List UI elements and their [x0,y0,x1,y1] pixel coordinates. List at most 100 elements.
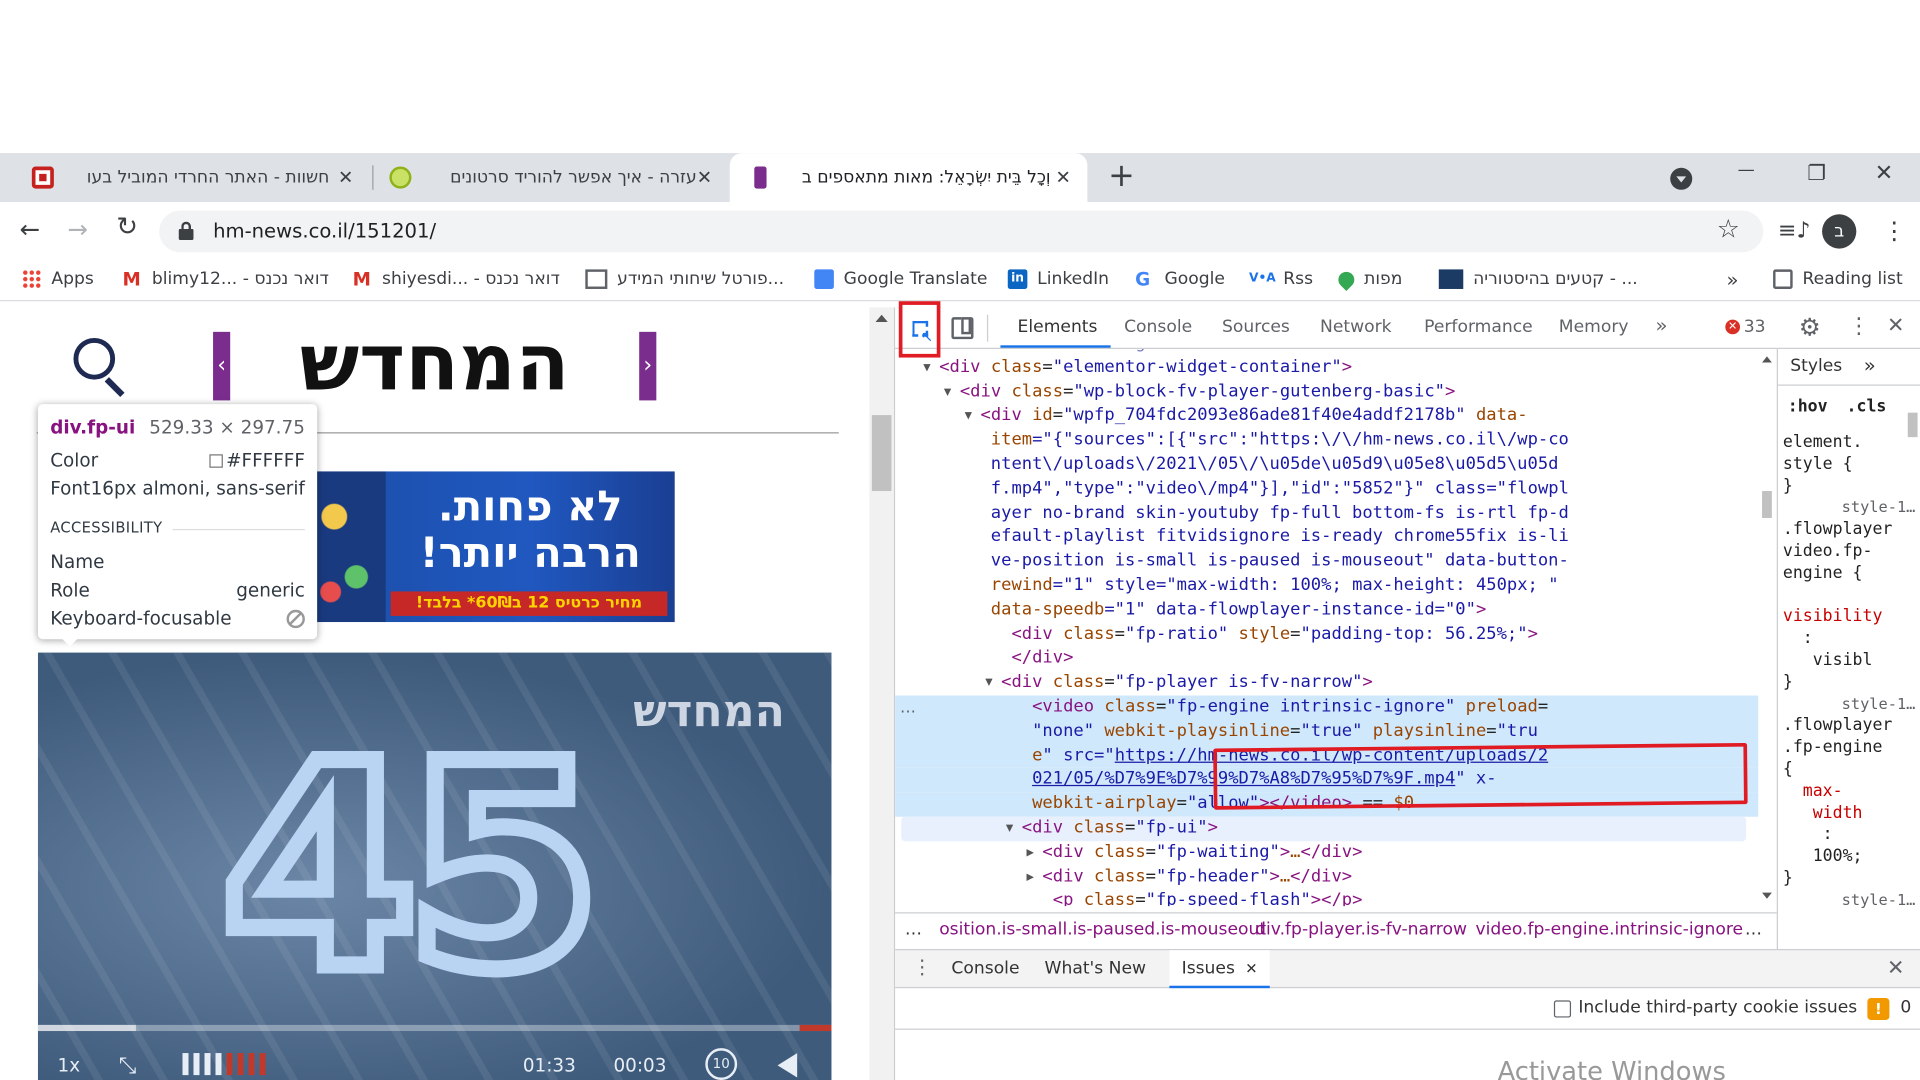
style-rule-line[interactable]: : [1783,628,1813,648]
browser-menu-icon[interactable]: ⋮ [1882,216,1906,245]
video-progress-track[interactable] [37,1024,832,1032]
collapse-arrow-icon[interactable]: ▶ [1027,865,1034,889]
style-rule-line[interactable]: } [1783,868,1793,888]
style-rule-line[interactable]: style-1… [1842,890,1916,908]
style-rule-line[interactable]: .fp-engine [1783,737,1883,757]
fullscreen-icon[interactable]: ⤡ [119,1053,137,1079]
volume-bars[interactable] [182,1053,266,1076]
tab-sources[interactable]: Sources [1222,317,1290,337]
url-text[interactable]: hm-news.co.il/151201/ [213,219,436,242]
dom-tree-scrollbar[interactable] [1758,349,1775,906]
style-rule-line[interactable]: engine { [1783,563,1863,583]
dom-node-line[interactable]: ▼ <div id="wpfp_704fdc2093e86ade81f40e4ad… [965,405,1528,429]
style-rule-line[interactable]: .flowplayer [1783,519,1892,539]
dom-scroll-thumb[interactable] [1762,491,1772,518]
bookmark-history[interactable]: קטעים בהיסטוריה - ... [1438,267,1638,291]
bookmark-gmail-2[interactable]: Mshiyesdi... - דואר נכנס [353,267,560,291]
tab-close-icon[interactable]: ✕ [697,167,712,189]
breadcrumb-ellipsis-left[interactable]: … [905,920,922,940]
dom-node-line[interactable]: <div class="fp-ratio" style="padding-top… [1011,623,1537,647]
tab-performance[interactable]: Performance [1424,317,1533,337]
style-rule-line[interactable]: element. [1783,432,1863,452]
expand-arrow-icon[interactable]: ▼ [1006,817,1013,841]
dom-node-line[interactable]: item="{"sources":[{"src":"https:\/\/hm-n… [991,429,1569,453]
style-rule-line[interactable]: 100%; [1783,846,1863,866]
dom-ellipsis-icon[interactable]: … [900,699,916,717]
tab-close-icon[interactable]: ✕ [1056,167,1071,189]
reload-icon[interactable]: ↻ [116,212,138,241]
style-rule-line[interactable]: : [1783,825,1833,845]
tab-help[interactable]: עזרה - איך אפשר להוריד סרטונים ✕ [375,153,725,202]
speed-button[interactable]: 1x [58,1054,81,1076]
drawer-tab-console[interactable]: Console [951,959,1019,979]
dom-node-line[interactable]: </div> [1011,647,1073,671]
dom-node-line[interactable]: ▼ <div class="fp-ui"> [1006,817,1218,841]
tab-elements[interactable]: Elements [1018,317,1098,337]
dom-node-line[interactable]: ▼ <div class="elementor-widget-container"… [923,356,1352,380]
bookmark-star-icon[interactable]: ☆ [1717,214,1740,243]
devtools-close-icon[interactable]: ✕ [1887,313,1904,337]
site-search-icon[interactable] [73,337,125,398]
dom-node-line[interactable]: ntent\/uploads\/2021\/05\/\u05de\u05d9\u… [991,453,1559,477]
dom-node-line[interactable]: rewind="1" style="max-width: 100%; max-h… [991,574,1559,598]
bookmark-google[interactable]: G Google [1135,267,1225,291]
breadcrumb-item-selected[interactable]: video.fp-engine.intrinsic-ignore [1476,920,1744,940]
dom-node-line[interactable]: "none" webkit-playsinline="true" playsin… [1032,720,1538,744]
address-bar[interactable]: hm-news.co.il/151201/ ☆ [159,210,1764,253]
breadcrumb-item[interactable]: osition.is-small.is-paused.is-mouseout [939,920,1266,940]
bookmark-apps[interactable]: Apps [22,267,94,291]
style-rule-line[interactable]: visibl [1783,650,1873,670]
bookmark-maps[interactable]: מפות [1335,267,1402,291]
dom-node-line[interactable]: data-speedb="1" data-flowplayer-instance… [991,599,1486,623]
third-party-cookie-checkbox[interactable] [1553,1000,1572,1018]
bookmarks-more-button[interactable]: » [1727,267,1739,291]
style-rule-line[interactable]: style { [1783,454,1853,474]
expand-arrow-icon[interactable]: ▼ [944,380,951,404]
tab-search-icon[interactable] [1670,167,1693,190]
tab-active-article[interactable]: וְכָל בֵּית יִשְׂרָאֵל: מאות מתאספים ב ✕ [729,153,1088,203]
dom-node-line[interactable]: ▼ <div class="wp-block-fv-player-gutenber… [944,380,1455,404]
bookmark-linkedin[interactable]: in LinkedIn [1007,267,1109,291]
style-rule-line[interactable]: visibility [1783,607,1883,627]
style-rule-line[interactable]: max- [1783,781,1843,801]
bookmark-gmail-1[interactable]: Mblimy12... - דואר נכנס [122,267,328,291]
play-icon[interactable] [777,1053,798,1078]
window-close-button[interactable]: ✕ [1875,160,1893,186]
bookmark-google-translate[interactable]: Google Translate [814,267,987,291]
drawer-close-icon[interactable]: ✕ [1887,956,1904,980]
expand-arrow-icon[interactable]: ▼ [985,671,992,695]
cls-toggle[interactable]: .cls [1847,397,1887,417]
back-arrow-icon[interactable]: ← [20,214,41,243]
dom-node-line[interactable]: <video class="fp-engine intrinsic-ignore… [1032,696,1548,720]
style-rule-line[interactable]: .flowplayer [1783,716,1892,736]
skip-10-button[interactable]: 10 [705,1048,738,1080]
profile-avatar[interactable]: ב [1822,214,1857,249]
style-rule-line[interactable]: } [1783,672,1793,692]
restore-button[interactable]: ❐ [1807,162,1826,186]
device-toolbar-icon[interactable] [951,317,974,340]
new-tab-button[interactable]: + [1108,158,1135,195]
style-rule-line[interactable]: style-1… [1842,498,1916,516]
settings-gear-icon[interactable]: ⚙ [1799,312,1821,341]
page-scroll-thumb[interactable] [871,415,892,492]
devtools-menu-icon[interactable]: ⋮ [1848,313,1870,339]
expand-arrow-icon[interactable]: ▼ [923,356,930,380]
style-rule-line[interactable]: } [1783,476,1793,496]
style-rule-line[interactable]: width [1783,803,1863,823]
styles-more-button[interactable]: » [1864,354,1876,377]
expand-arrow-icon[interactable]: ▼ [965,405,972,429]
video-player[interactable]: המחדש 45 1x ⤡ 01:33 00:03 10 [37,652,832,1080]
style-rule-line[interactable]: video.fp- [1783,541,1873,561]
reading-list-button[interactable]: Reading list [1773,267,1903,291]
dom-node-line[interactable]: ve-position is-small is-paused is-mouseo… [991,550,1569,574]
drawer-tab-issues[interactable]: Issues ✕ [1169,950,1270,989]
minimize-button[interactable]: — [1738,160,1755,180]
tab-memory[interactable]: Memory [1559,317,1629,337]
tab-console[interactable]: Console [1124,317,1192,337]
page-scrollbar[interactable] [869,307,894,1080]
dom-node-line[interactable]: ▼ <div class="fp-player is-fv-narrow"> [985,671,1373,695]
media-control-icon[interactable]: ≡♪ [1778,218,1811,244]
collapse-arrow-icon[interactable]: ▶ [1027,841,1034,865]
tab-close-icon[interactable]: ✕ [338,167,353,189]
style-rule-line[interactable]: { [1783,759,1793,779]
